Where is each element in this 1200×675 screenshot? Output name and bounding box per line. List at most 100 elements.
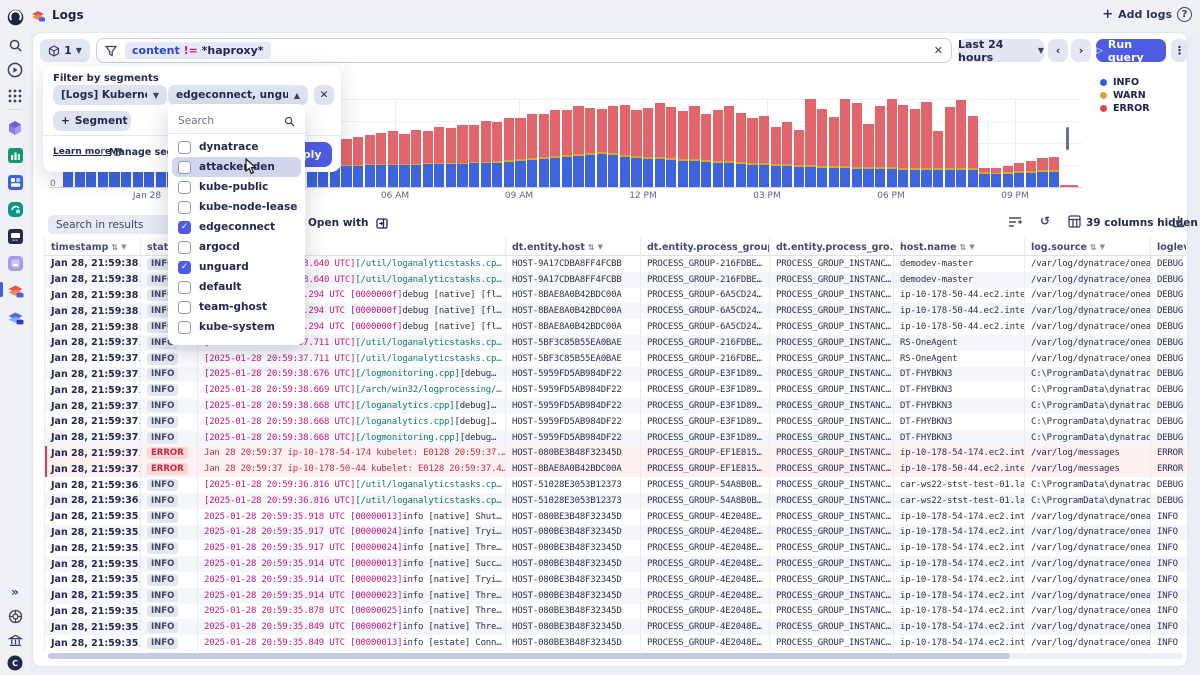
run-query-button[interactable]: ▷Run query (1096, 39, 1166, 62)
checkbox[interactable]: ✓ (178, 221, 191, 234)
timeframe-selector[interactable]: Last 24 hours▼ (958, 39, 1044, 62)
chart-bar[interactable] (817, 109, 827, 187)
table-row[interactable]: Jan 28, 21:59:35.914INFO2025-01-28 20:59… (44, 572, 1186, 588)
chart-bar[interactable] (562, 110, 572, 187)
chart-bar[interactable] (979, 168, 989, 187)
chart-bar[interactable] (481, 121, 491, 187)
chart-bar[interactable] (782, 122, 792, 187)
chart-bar[interactable] (388, 131, 398, 187)
chart-bar[interactable] (1026, 161, 1036, 187)
logs-app-sidebar-icon[interactable] (6, 281, 24, 299)
search-icon[interactable] (6, 36, 24, 54)
chart-bar[interactable] (689, 106, 699, 187)
checkbox[interactable] (178, 321, 191, 334)
chart-bar[interactable] (910, 109, 920, 187)
chart-bar[interactable] (573, 106, 583, 187)
chart-bar[interactable] (376, 133, 386, 187)
chart-bar[interactable] (620, 105, 630, 187)
chart-bar[interactable] (933, 131, 943, 187)
chart-bar[interactable] (747, 118, 757, 187)
chart-bar[interactable] (1037, 158, 1047, 187)
chart-bar[interactable] (724, 106, 734, 187)
chart-bar[interactable] (898, 105, 908, 187)
horizontal-scrollbar[interactable] (48, 653, 1182, 659)
scrollbar-thumb[interactable] (48, 653, 1010, 659)
segment-option[interactable]: attacker-den (172, 157, 301, 177)
chart-bar[interactable] (678, 111, 688, 187)
clear-query-icon[interactable]: ✕ (934, 44, 943, 57)
chart-bar-partial[interactable] (1060, 185, 1078, 188)
table-row[interactable]: Jan 28, 21:59:37.711INFO[2025-01-28 20:5… (44, 351, 1186, 367)
checkbox[interactable] (178, 241, 191, 254)
chart-bar[interactable] (991, 168, 1001, 187)
kubernetes-app-icon[interactable] (6, 119, 24, 137)
dashboards-app-icon[interactable] (6, 173, 24, 191)
sort-icon[interactable]: ⇅ (588, 243, 595, 252)
logs-classic-app-icon[interactable] (6, 308, 24, 326)
table-row[interactable]: Jan 28, 21:59:37.676INFO[2025-01-28 20:5… (44, 367, 1186, 383)
table-row[interactable]: Jan 28, 21:59:36.816INFO[2025-01-28 20:5… (44, 493, 1186, 509)
app-grid-icon[interactable] (6, 87, 24, 105)
checkbox[interactable] (178, 161, 191, 174)
checkbox[interactable] (178, 281, 191, 294)
column-header[interactable]: host.name⇅▼ (893, 238, 1024, 256)
segment-option[interactable]: kube-public (172, 177, 301, 197)
table-row[interactable]: Jan 28, 21:59:35.849INFO2025-01-28 20:59… (44, 619, 1186, 635)
chart-bar[interactable] (655, 103, 665, 187)
segment-option[interactable]: dynatrace (172, 137, 301, 157)
chart-bar[interactable] (794, 130, 804, 187)
chart-bar[interactable] (341, 139, 351, 187)
table-row[interactable]: Jan 28, 21:59:37.000ERRORJan 28 20:59:37… (44, 461, 1186, 477)
segment-values-selector[interactable]: edgeconnect, unguard ▲ (168, 85, 308, 105)
chart-bar[interactable] (875, 106, 885, 187)
segment-option[interactable]: ✓edgeconnect (172, 217, 301, 237)
table-row[interactable]: Jan 28, 21:59:37.668INFO[2025-01-28 20:5… (44, 414, 1186, 430)
chart-bar[interactable] (527, 114, 537, 187)
chart-bar[interactable] (399, 134, 409, 187)
chart-bar[interactable] (921, 102, 931, 187)
chart-bar[interactable] (585, 108, 595, 187)
segment-type-selector[interactable]: [Logs] Kubernetes... ▼ (53, 85, 167, 105)
query-input[interactable]: content != *haproxy* ✕ (96, 38, 952, 63)
getting-started-icon[interactable] (6, 61, 24, 79)
format-options-icon[interactable] (1008, 215, 1022, 228)
open-with-button[interactable]: Open with (308, 217, 388, 229)
table-row[interactable]: Jan 28, 21:59:37.668INFO[2025-01-28 20:5… (44, 430, 1186, 446)
timeframe-previous-button[interactable]: ‹ (1048, 39, 1068, 62)
checkbox[interactable] (178, 201, 191, 214)
table-row[interactable]: Jan 28, 21:59:37.669INFO[2025-01-28 20:5… (44, 382, 1186, 398)
column-header[interactable]: dt.entity.process_group⇅▼ (640, 238, 769, 256)
segment-option[interactable]: kube-system (172, 317, 301, 337)
remove-segment-filter-button[interactable]: ✕ (314, 85, 334, 105)
download-icon[interactable] (1172, 215, 1185, 228)
chart-bar[interactable] (701, 114, 711, 187)
chart-scroll-indicator[interactable] (1066, 127, 1069, 150)
chart-bar[interactable] (1014, 163, 1024, 187)
expand-sidebar-icon[interactable]: » (6, 583, 24, 601)
segment-option[interactable]: kube-node-lease (172, 197, 301, 217)
checkbox[interactable] (178, 181, 191, 194)
chart-bar[interactable] (840, 99, 850, 187)
checkbox[interactable]: ✓ (178, 261, 191, 274)
chart-bar[interactable] (365, 135, 375, 187)
chart-bar[interactable] (968, 116, 978, 187)
table-row[interactable]: Jan 28, 21:59:35.849INFO2025-01-28 20:59… (44, 635, 1186, 651)
columns-icon[interactable] (1068, 215, 1081, 228)
chart-bar[interactable] (829, 117, 839, 187)
chevron-down-icon[interactable]: ▼ (598, 243, 603, 251)
chart-bar[interactable] (423, 131, 433, 187)
business-icon[interactable] (6, 631, 24, 649)
chart-bar[interactable] (597, 109, 607, 187)
table-row[interactable]: Jan 28, 21:59:35.914INFO2025-01-28 20:59… (44, 556, 1186, 572)
sort-icon[interactable]: ⇅ (1090, 243, 1097, 252)
segment-option[interactable]: team-ghost (172, 297, 301, 317)
chart-bar[interactable] (98, 170, 108, 187)
chart-bar[interactable] (469, 125, 479, 187)
column-header[interactable]: dt.entity.process_gro...⇅▼ (769, 238, 893, 256)
chart-bar[interactable] (666, 107, 676, 187)
reset-icon[interactable]: ↺ (1040, 214, 1050, 228)
chart-bar[interactable] (771, 127, 781, 187)
column-header[interactable]: log.source⇅▼ (1024, 238, 1150, 256)
chart-bar[interactable] (945, 107, 955, 187)
table-row[interactable]: Jan 28, 21:59:35.917INFO2025-01-28 20:59… (44, 525, 1186, 541)
